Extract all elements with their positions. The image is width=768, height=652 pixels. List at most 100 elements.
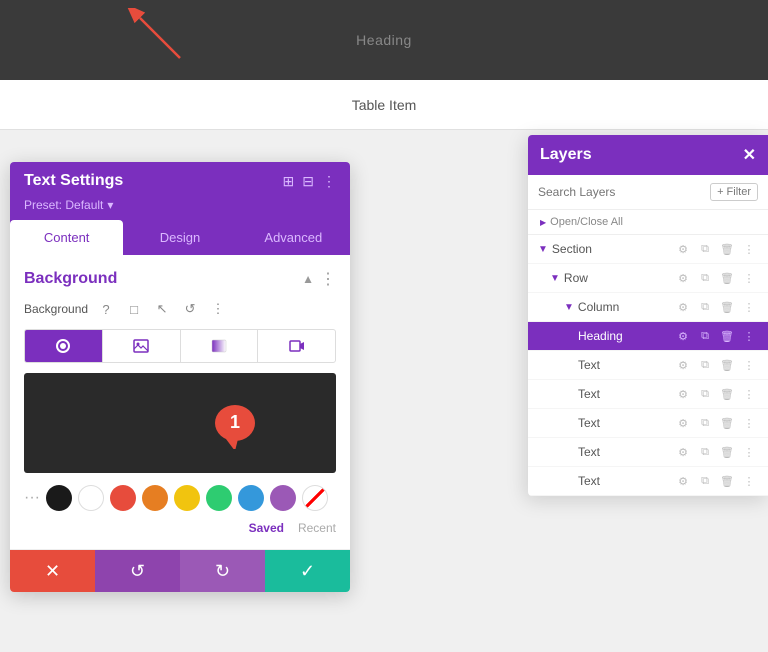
- text5-settings-icon[interactable]: ⚙: [674, 475, 692, 488]
- text2-settings-icon[interactable]: ⚙: [674, 388, 692, 401]
- column-delete-icon[interactable]: 🗑: [718, 301, 736, 314]
- text-settings-panel: Text Settings ⊞ ⊟ ⋮ Preset: Default ▾ Co…: [10, 162, 350, 592]
- row-settings-icon[interactable]: ⚙: [674, 272, 692, 285]
- layers-close-button[interactable]: ✕: [743, 145, 756, 165]
- text4-more-icon[interactable]: ⋮: [740, 446, 758, 459]
- swatch-blue[interactable]: [238, 485, 264, 511]
- section-collapse-arrow[interactable]: ▲: [302, 272, 314, 286]
- layers-panel: Layers ✕ + Filter Open/Close All ▼ Secti…: [528, 135, 768, 496]
- redo-button[interactable]: ↻: [180, 550, 265, 592]
- layers-header: Layers ✕: [528, 135, 768, 175]
- swatch-none[interactable]: [302, 485, 328, 511]
- color-marker: 1: [209, 401, 261, 454]
- text1-copy-icon[interactable]: ⧉: [696, 359, 714, 372]
- layer-item-text-4[interactable]: Text ⚙ ⧉ 🗑 ⋮: [528, 438, 768, 467]
- layer-name-text-3: Text: [578, 416, 674, 430]
- layer-more-icon[interactable]: ⋮: [740, 243, 758, 256]
- recent-button[interactable]: Recent: [298, 521, 336, 535]
- text2-more-icon[interactable]: ⋮: [740, 388, 758, 401]
- text1-settings-icon[interactable]: ⚙: [674, 359, 692, 372]
- bg-cursor-icon[interactable]: ↖: [152, 299, 172, 319]
- cancel-button[interactable]: ✕: [10, 550, 95, 592]
- heading-more-icon[interactable]: ⋮: [740, 330, 758, 343]
- swatch-red[interactable]: [110, 485, 136, 511]
- text3-more-icon[interactable]: ⋮: [740, 417, 758, 430]
- layer-item-section[interactable]: ▼ Section ⚙ ⧉ 🗑 ⋮: [528, 235, 768, 264]
- column-settings-icon[interactable]: ⚙: [674, 301, 692, 314]
- layers-open-close[interactable]: Open/Close All: [528, 210, 768, 235]
- text5-copy-icon[interactable]: ⧉: [696, 475, 714, 488]
- swatch-orange[interactable]: [142, 485, 168, 511]
- bg-more-icon[interactable]: ⋮: [208, 299, 228, 319]
- bg-reset-icon[interactable]: ↺: [180, 299, 200, 319]
- swatch-green[interactable]: [206, 485, 232, 511]
- save-button[interactable]: ✓: [265, 550, 350, 592]
- heading-copy-icon[interactable]: ⧉: [696, 330, 714, 343]
- text3-delete-icon[interactable]: 🗑: [718, 417, 736, 430]
- text5-delete-icon[interactable]: 🗑: [718, 475, 736, 488]
- section-options-icon[interactable]: ⋮: [320, 269, 336, 289]
- row-more-icon[interactable]: ⋮: [740, 272, 758, 285]
- type-tab-image[interactable]: [103, 330, 181, 362]
- layer-item-text-5[interactable]: Text ⚙ ⧉ 🗑 ⋮: [528, 467, 768, 496]
- saved-button[interactable]: Saved: [249, 521, 284, 535]
- tab-advanced[interactable]: Advanced: [237, 220, 350, 255]
- layers-filter-button[interactable]: + Filter: [710, 183, 758, 201]
- text4-delete-icon[interactable]: 🗑: [718, 446, 736, 459]
- panel-title: Text Settings: [24, 172, 123, 190]
- text4-copy-icon[interactable]: ⧉: [696, 446, 714, 459]
- type-tab-gradient[interactable]: [181, 330, 259, 362]
- tab-design[interactable]: Design: [123, 220, 236, 255]
- layer-settings-icon[interactable]: ⚙: [674, 243, 692, 256]
- swatch-purple[interactable]: [270, 485, 296, 511]
- row-delete-icon[interactable]: 🗑: [718, 272, 736, 285]
- layer-actions-section: ⚙ ⧉ 🗑 ⋮: [674, 243, 758, 256]
- row-copy-icon[interactable]: ⧉: [696, 272, 714, 285]
- swatch-white[interactable]: [78, 485, 104, 511]
- gradient-icon: [211, 339, 227, 353]
- layer-item-heading[interactable]: Heading ⚙ ⧉ 🗑 ⋮: [528, 322, 768, 351]
- panel-menu-icon[interactable]: ⋮: [322, 173, 336, 190]
- layer-item-text-2[interactable]: Text ⚙ ⧉ 🗑 ⋮: [528, 380, 768, 409]
- undo-button[interactable]: ↺: [95, 550, 180, 592]
- section-chevron-icon: ▼: [538, 244, 548, 255]
- layers-search-input[interactable]: [538, 185, 702, 199]
- layer-item-text-3[interactable]: Text ⚙ ⧉ 🗑 ⋮: [528, 409, 768, 438]
- canvas-table-item-text: Table Item: [352, 97, 417, 113]
- type-tab-color[interactable]: [25, 330, 103, 362]
- layer-actions-text-4: ⚙ ⧉ 🗑 ⋮: [674, 446, 758, 459]
- panel-preset[interactable]: Preset: Default ▾: [10, 198, 350, 220]
- text1-more-icon[interactable]: ⋮: [740, 359, 758, 372]
- swatch-yellow[interactable]: [174, 485, 200, 511]
- heading-delete-icon[interactable]: 🗑: [718, 330, 736, 343]
- text5-more-icon[interactable]: ⋮: [740, 475, 758, 488]
- layer-delete-icon[interactable]: 🗑: [718, 243, 736, 256]
- bg-desktop-icon[interactable]: □: [124, 299, 144, 319]
- layer-actions-column: ⚙ ⧉ 🗑 ⋮: [674, 301, 758, 314]
- text2-delete-icon[interactable]: 🗑: [718, 388, 736, 401]
- text3-copy-icon[interactable]: ⧉: [696, 417, 714, 430]
- text2-copy-icon[interactable]: ⧉: [696, 388, 714, 401]
- bg-help-icon[interactable]: ?: [96, 299, 116, 319]
- type-tab-video[interactable]: [258, 330, 335, 362]
- text1-delete-icon[interactable]: 🗑: [718, 359, 736, 372]
- column-copy-icon[interactable]: ⧉: [696, 301, 714, 314]
- panel-footer: ✕ ↺ ↻ ✓: [10, 549, 350, 592]
- swatch-black[interactable]: [46, 485, 72, 511]
- panel-tabs: Content Design Advanced: [10, 220, 350, 255]
- layers-title: Layers: [540, 146, 592, 164]
- layer-copy-icon[interactable]: ⧉: [696, 243, 714, 256]
- color-preview[interactable]: 1: [24, 373, 336, 473]
- layer-actions-text-5: ⚙ ⧉ 🗑 ⋮: [674, 475, 758, 488]
- panel-expand-icon[interactable]: ⊞: [283, 173, 295, 190]
- panel-collapse-icon[interactable]: ⊟: [302, 173, 314, 190]
- column-more-icon[interactable]: ⋮: [740, 301, 758, 314]
- heading-settings-icon[interactable]: ⚙: [674, 330, 692, 343]
- layer-item-column[interactable]: ▼ Column ⚙ ⧉ 🗑 ⋮: [528, 293, 768, 322]
- layer-item-row[interactable]: ▼ Row ⚙ ⧉ 🗑 ⋮: [528, 264, 768, 293]
- text4-settings-icon[interactable]: ⚙: [674, 446, 692, 459]
- layer-item-text-1[interactable]: Text ⚙ ⧉ 🗑 ⋮: [528, 351, 768, 380]
- text3-settings-icon[interactable]: ⚙: [674, 417, 692, 430]
- tab-content[interactable]: Content: [10, 220, 123, 255]
- swatches-more-icon[interactable]: ···: [24, 489, 40, 507]
